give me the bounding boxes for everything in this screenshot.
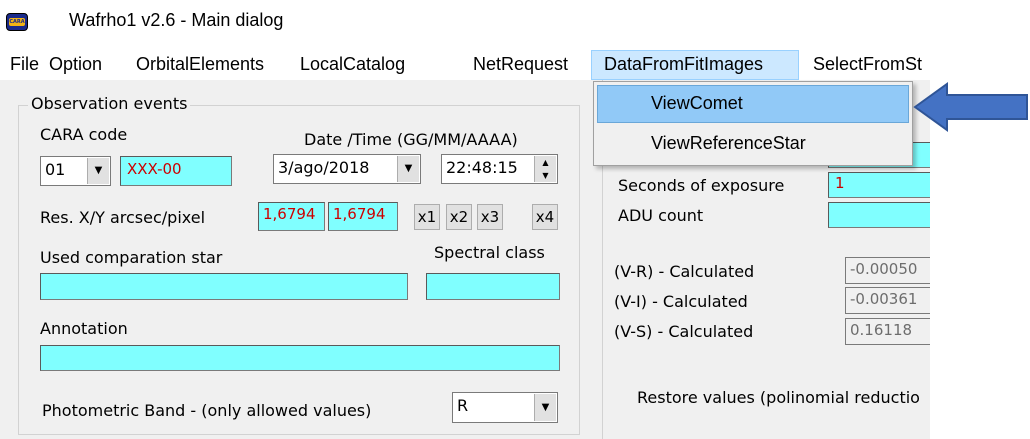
menu-file[interactable]: File [10,54,39,75]
vs-calculated-label: (V-S) - Calculated [614,322,754,341]
cara-code-select[interactable]: 01 ▼ [40,156,111,186]
time-value: 22:48:15 [446,158,518,177]
vi-calculated-value: -0.00361 [845,287,930,314]
comparison-star-label: Used comparation star [40,248,223,267]
cara-code-value: 01 [45,160,66,179]
dropdown-item-highlight [597,85,909,123]
adu-count-label: ADU count [618,206,704,225]
chevron-down-icon[interactable]: ▼ [397,156,419,182]
chevron-down-icon[interactable]: ▼ [534,394,556,421]
res-y-field[interactable]: 1,6794 [328,202,398,231]
menu-orbital-elements[interactable]: OrbitalElements [136,54,264,75]
res-x-field[interactable]: 1,6794 [258,202,325,231]
group-label: Observation events [28,94,191,113]
menu-select-from-st[interactable]: SelectFromSt [813,54,922,75]
date-picker[interactable]: 3/ago/2018 ▼ [273,154,421,184]
comparison-star-input[interactable] [40,273,408,300]
zoom-x3-button[interactable]: x3 [477,204,503,230]
photometric-band-select[interactable]: R ▼ [452,392,558,423]
chevron-down-icon[interactable]: ▼ [87,158,109,184]
date-value: 3/ago/2018 [278,158,370,177]
time-spinner[interactable]: 22:48:15 ▲ ▼ [441,154,558,184]
menu-local-catalog[interactable]: LocalCatalog [300,54,405,75]
spin-up-icon[interactable]: ▲ [534,156,556,169]
exposure-field[interactable]: 1 [828,172,930,198]
exposure-label: Seconds of exposure [618,176,785,195]
datetime-label: Date /Time (GG/MM/AAAA) [304,130,518,149]
window-title: Wafrho1 v2.6 - Main dialog [69,10,284,30]
cara-code-label: CARA code [40,125,128,144]
spin-down-icon[interactable]: ▼ [534,169,556,182]
cara-id-field[interactable]: XXX-00 [120,156,232,186]
band-value: R [457,396,469,415]
zoom-x1-button[interactable]: x1 [414,204,440,230]
left-arrow-icon [913,82,1028,132]
menu-bar: File Option OrbitalElements LocalCatalog… [0,50,930,80]
spectral-class-label: Spectral class [434,243,545,262]
spectral-class-input[interactable] [426,273,560,300]
vi-calculated-label: (V-I) - Calculated [614,292,748,311]
dropdown-item-view-reference-star[interactable]: ViewReferenceStar [651,133,806,154]
menu-data-from-fit-images[interactable]: DataFromFitImages [604,54,763,75]
vr-calculated-label: (V-R) - Calculated [614,262,755,281]
title-bar: CARA Wafrho1 v2.6 - Main dialog [0,0,1030,44]
photometric-band-label: Photometric Band - (only allowed values) [42,401,372,420]
restore-values-label[interactable]: Restore values (polinomial reductio [637,388,930,407]
menu-option[interactable]: Option [49,54,102,75]
dropdown-item-view-comet[interactable]: ViewComet [651,93,743,114]
menu-net-request[interactable]: NetRequest [473,54,568,75]
annotation-label: Annotation [40,319,128,338]
zoom-x2-button[interactable]: x2 [446,204,472,230]
vs-calculated-value: 0.16118 [845,318,930,345]
zoom-x4-button[interactable]: x4 [532,204,558,230]
resolution-label: Res. X/Y arcsec/pixel [40,208,206,227]
cara-app-icon[interactable]: CARA [6,13,28,31]
vr-calculated-value: -0.00050 [845,257,930,284]
app-icon-text: CARA [9,18,25,26]
adu-count-field[interactable] [828,202,930,228]
annotation-input[interactable] [40,345,560,371]
